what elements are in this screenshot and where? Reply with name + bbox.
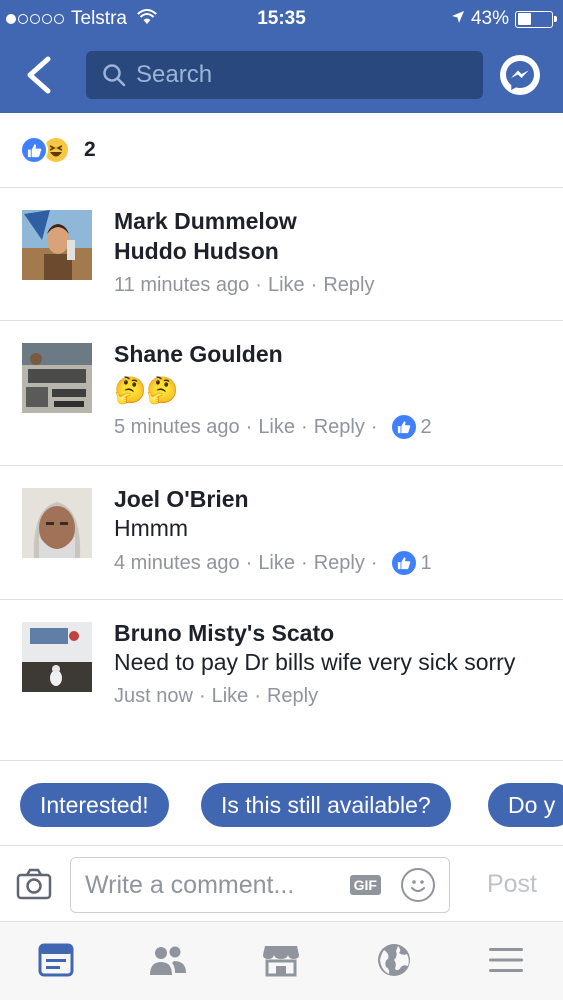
like-link[interactable]: Like	[258, 414, 295, 440]
search-placeholder: Search	[136, 61, 213, 88]
comment-author[interactable]: Shane Goulden	[114, 339, 543, 369]
like-count-number: 1	[420, 552, 432, 574]
tab-menu[interactable]	[486, 940, 526, 980]
tab-notifications[interactable]	[374, 940, 414, 980]
comment-time: 11 minutes ago	[114, 274, 250, 296]
comment-time: Just now	[114, 685, 193, 707]
like-reaction-icon	[20, 136, 48, 164]
comment-body: Joel O'Brien Hmmm 4 minutes ago · Like ·…	[114, 484, 543, 577]
comment-item: Joel O'Brien Hmmm 4 minutes ago · Like ·…	[0, 466, 563, 600]
comment-body: Bruno Misty's Scato Need to pay Dr bills…	[114, 618, 543, 709]
meta-separator: ·	[245, 552, 253, 574]
post-button[interactable]: Post	[487, 870, 537, 899]
quick-reply-still-available[interactable]: Is this still available?	[201, 783, 451, 827]
meta-separator: ·	[245, 416, 253, 438]
emoji-icon[interactable]	[401, 868, 435, 902]
like-reaction-icon	[389, 413, 418, 441]
battery-percent: 43%	[470, 8, 509, 29]
meta-separator: ·	[198, 685, 206, 707]
like-count-number: 2	[420, 416, 432, 438]
like-link[interactable]: Like	[268, 272, 305, 298]
reactions-summary[interactable]: 2	[0, 113, 563, 188]
search-icon	[103, 64, 126, 87]
quick-replies: Interested! Is this still available? Do …	[0, 760, 563, 846]
comment-item: Bruno Misty's Scato Need to pay Dr bills…	[0, 600, 563, 760]
comment-item: Mark Dummelow Huddo Hudson 11 minutes ag…	[0, 188, 563, 321]
messenger-button[interactable]	[500, 55, 540, 95]
like-reaction-icon	[389, 549, 418, 577]
avatar[interactable]	[22, 343, 92, 413]
camera-button[interactable]	[16, 868, 52, 900]
comment-time: 5 minutes ago	[114, 416, 240, 438]
avatar[interactable]	[22, 488, 92, 558]
reaction-icons	[20, 135, 78, 165]
friends-icon	[150, 946, 186, 975]
status-bar: Telstra 15:35 43%	[0, 0, 563, 38]
reply-link[interactable]: Reply	[314, 414, 365, 440]
comment-composer: Write a comment... GIF Post	[0, 846, 563, 922]
avatar[interactable]	[22, 210, 92, 280]
avatar[interactable]	[22, 622, 92, 692]
meta-separator: ·	[301, 552, 308, 574]
comment-text: 🤔🤔	[114, 375, 179, 405]
comment-like-count[interactable]: 2	[389, 413, 432, 441]
comment-text: Hmmm	[114, 515, 189, 541]
tab-marketplace[interactable]	[261, 940, 301, 980]
meta-separator: ·	[255, 274, 262, 296]
location-arrow-icon	[451, 8, 465, 30]
status-right: 43%	[451, 8, 557, 30]
comment-input[interactable]: Write a comment... GIF	[70, 857, 450, 913]
search-input[interactable]: Search	[86, 51, 483, 99]
back-button[interactable]	[22, 55, 56, 95]
comment-author[interactable]: Joel O'Brien	[114, 484, 543, 514]
comment-meta: 5 minutes ago · Like · Reply · 2	[114, 413, 543, 441]
top-header: Telstra 15:35 43% Search	[0, 0, 563, 113]
messenger-icon	[506, 61, 534, 90]
comment-body: Shane Goulden 🤔🤔 5 minutes ago · Like · …	[114, 339, 543, 441]
chevron-left-icon	[27, 56, 51, 94]
comment-author[interactable]: Bruno Misty's Scato	[114, 618, 543, 648]
quick-reply-do-you[interactable]: Do y	[488, 783, 563, 827]
comment-meta: Just now · Like · Reply	[114, 683, 543, 709]
marketplace-icon	[263, 946, 299, 977]
reply-link[interactable]: Reply	[267, 683, 318, 709]
comment-meta: 4 minutes ago · Like · Reply · 1	[114, 549, 543, 577]
comment-body: Mark Dummelow Huddo Hudson 11 minutes ag…	[114, 206, 543, 298]
meta-separator: ·	[370, 552, 378, 574]
meta-separator: ·	[301, 416, 308, 438]
comment-time: 4 minutes ago	[114, 552, 240, 574]
bottom-tab-bar	[0, 922, 563, 1000]
gif-button[interactable]: GIF	[349, 875, 381, 895]
comment-like-count[interactable]: 1	[389, 549, 432, 577]
battery-icon	[515, 10, 557, 28]
menu-icon	[489, 948, 523, 972]
meta-separator: ·	[370, 416, 378, 438]
meta-separator: ·	[254, 685, 261, 707]
comment-placeholder: Write a comment...	[85, 870, 295, 899]
reply-link[interactable]: Reply	[323, 272, 374, 298]
comment-author[interactable]: Mark Dummelow	[114, 206, 543, 236]
quick-reply-interested[interactable]: Interested!	[20, 783, 169, 827]
camera-icon	[16, 868, 52, 900]
reply-link[interactable]: Reply	[314, 550, 365, 576]
tab-news-feed[interactable]	[36, 940, 76, 980]
tab-friends[interactable]	[148, 940, 188, 980]
like-link[interactable]: Like	[212, 683, 249, 709]
meta-separator: ·	[310, 274, 318, 296]
news-feed-icon	[38, 943, 74, 977]
comment-meta: 11 minutes ago · Like · Reply	[114, 272, 543, 298]
comment-item: Shane Goulden 🤔🤔 5 minutes ago · Like · …	[0, 321, 563, 466]
comment-text: Need to pay Dr bills wife very sick sorr…	[114, 649, 516, 675]
reaction-count: 2	[84, 138, 96, 161]
notifications-globe-icon	[378, 944, 410, 976]
comment-text[interactable]: Huddo Hudson	[114, 236, 543, 266]
like-link[interactable]: Like	[258, 550, 295, 576]
